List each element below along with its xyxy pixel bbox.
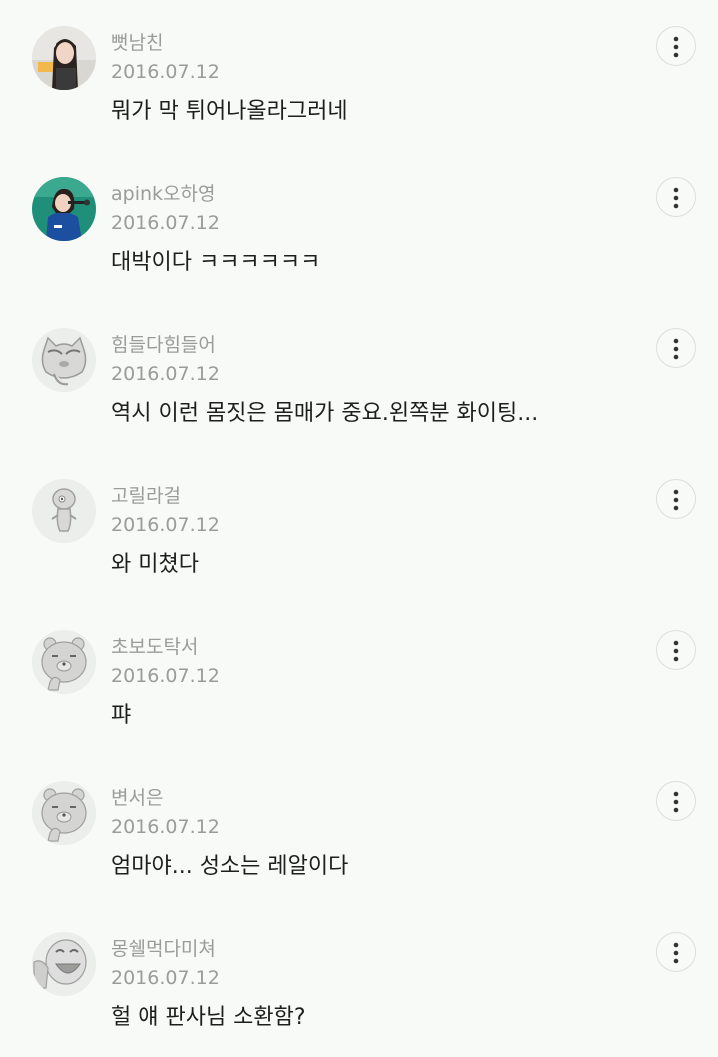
comment-text: 와 미쳤다 <box>111 552 199 577</box>
comment-text: 뭐가 막 튀어나올라그러네 <box>111 99 348 124</box>
comment-date: 2016.07.12 <box>111 61 220 83</box>
comment-text: 대박이다 ㅋㅋㅋㅋㅋㅋ <box>111 250 321 275</box>
comment-date: 2016.07.12 <box>111 967 220 989</box>
cartoon-laughing-avatar-icon[interactable] <box>32 932 96 996</box>
comment-nickname[interactable]: 몽쉘먹다미쳐 <box>111 937 216 961</box>
more-vertical-icon <box>673 640 679 662</box>
comment-date: 2016.07.12 <box>111 665 220 687</box>
comment-nickname[interactable]: 변서은 <box>111 786 163 810</box>
comment-nickname[interactable]: 힘들다힘들어 <box>111 333 216 357</box>
comment-item: 고릴라걸 2016.07.12 와 미쳤다 <box>0 453 718 604</box>
more-options-button[interactable] <box>656 479 696 519</box>
comment-item: 몽쉘먹다미쳐 2016.07.12 헐 얘 판사님 소환함? <box>0 906 718 1057</box>
cartoon-bear-avatar-icon[interactable] <box>32 781 96 845</box>
more-options-button[interactable] <box>656 328 696 368</box>
more-vertical-icon <box>673 942 679 964</box>
comment-item: 뻣남친 2016.07.12 뭐가 막 튀어나올라그러네 <box>0 0 718 151</box>
comment-date: 2016.07.12 <box>111 816 220 838</box>
comment-item: apink오하영 2016.07.12 대박이다 ㅋㅋㅋㅋㅋㅋ <box>0 151 718 302</box>
comment-nickname[interactable]: 초보도탁서 <box>111 635 198 659</box>
cartoon-cat-avatar-icon[interactable] <box>32 328 96 392</box>
more-vertical-icon <box>673 36 679 58</box>
more-vertical-icon <box>673 187 679 209</box>
comment-date: 2016.07.12 <box>111 363 220 385</box>
comment-nickname[interactable]: 고릴라걸 <box>111 484 181 508</box>
photo-avatar-girl-icon[interactable] <box>32 26 96 90</box>
comment-date: 2016.07.12 <box>111 212 220 234</box>
comment-text: 역시 이런 몸짓은 몸매가 중요.왼쪽분 화이팅... <box>111 401 539 426</box>
comment-text: 퍄 <box>111 703 132 728</box>
more-options-button[interactable] <box>656 26 696 66</box>
comment-date: 2016.07.12 <box>111 514 220 536</box>
more-options-button[interactable] <box>656 781 696 821</box>
comment-item: 힘들다힘들어 2016.07.12 역시 이런 몸짓은 몸매가 중요.왼쪽분 화… <box>0 302 718 453</box>
cartoon-creature-avatar-icon[interactable] <box>32 479 96 543</box>
comment-item: 변서은 2016.07.12 엄마야... 성소는 레알이다 <box>0 755 718 906</box>
more-vertical-icon <box>673 338 679 360</box>
more-options-button[interactable] <box>656 932 696 972</box>
cartoon-bear-avatar-icon[interactable] <box>32 630 96 694</box>
comment-item: 초보도탁서 2016.07.12 퍄 <box>0 604 718 755</box>
more-vertical-icon <box>673 791 679 813</box>
comment-nickname[interactable]: apink오하영 <box>111 182 215 206</box>
more-options-button[interactable] <box>656 630 696 670</box>
more-options-button[interactable] <box>656 177 696 217</box>
more-vertical-icon <box>673 489 679 511</box>
comment-nickname[interactable]: 뻣남친 <box>111 31 163 55</box>
photo-avatar-singer-icon[interactable] <box>32 177 96 241</box>
comment-text: 엄마야... 성소는 레알이다 <box>111 854 349 879</box>
comment-text: 헐 얘 판사님 소환함? <box>111 1005 306 1030</box>
